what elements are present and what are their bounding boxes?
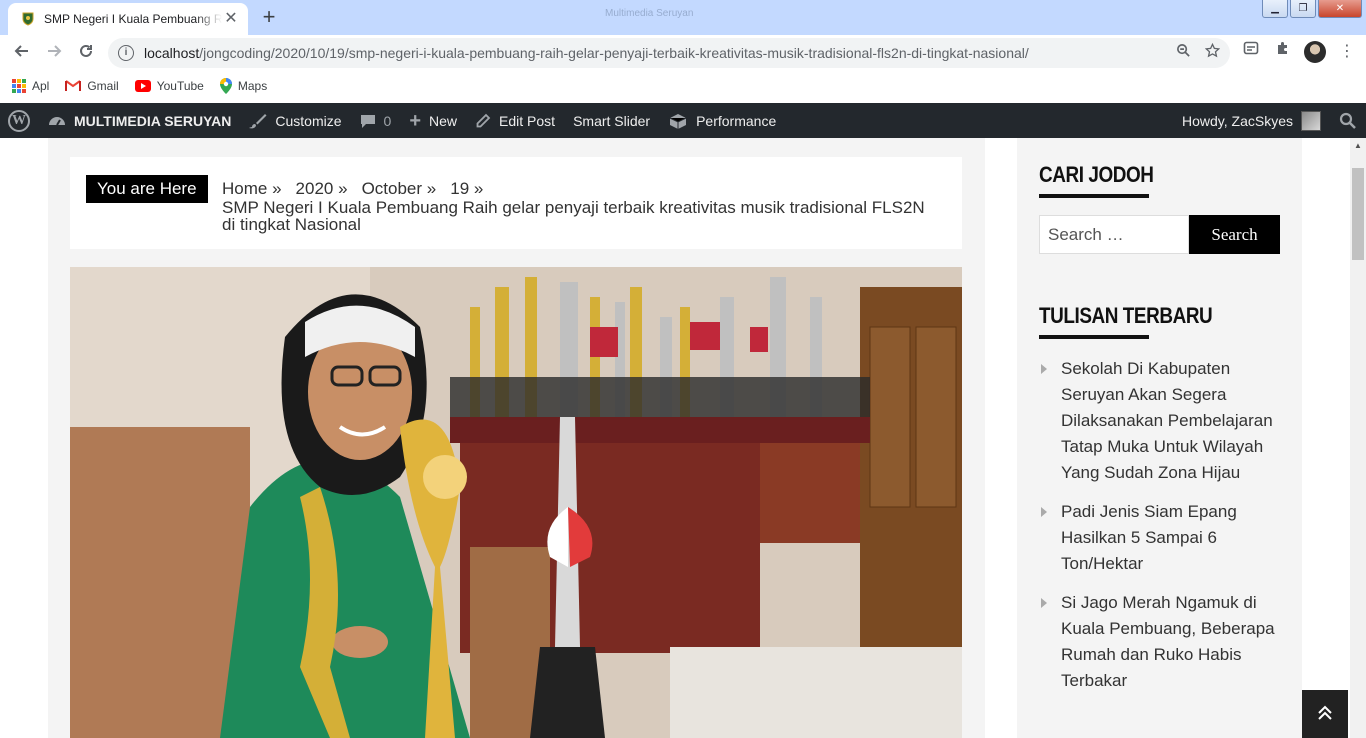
breadcrumb-links: Home 2020 October 19 xyxy=(222,179,483,199)
wp-logo-menu[interactable]: W xyxy=(0,103,39,138)
scroll-to-top-button[interactable] xyxy=(1302,690,1348,738)
featured-photo xyxy=(70,267,962,738)
maps-icon xyxy=(219,78,232,94)
search-input[interactable] xyxy=(1039,215,1189,254)
widget-underline xyxy=(1039,335,1149,339)
close-window-button[interactable]: ✕ xyxy=(1318,0,1362,18)
comments-count: 0 xyxy=(383,112,392,129)
performance-box-icon xyxy=(669,113,687,129)
bookmark-label: Apl xyxy=(32,79,50,93)
window-title: Multimedia Seruyan xyxy=(605,8,694,19)
new-content-menu[interactable]: + New xyxy=(400,103,466,138)
forward-button[interactable] xyxy=(38,37,70,69)
browser-tab[interactable]: SMP Negeri I Kuala Pembuang Raih gelar p… xyxy=(8,3,248,35)
browser-tab-strip: SMP Negeri I Kuala Pembuang Raih gelar p… xyxy=(0,0,1366,35)
gmail-icon xyxy=(65,80,82,92)
wp-admin-bar: W MULTIMEDIA SERUYAN Customize 0 + New E… xyxy=(0,103,1366,138)
page-scrollbar[interactable]: ▲ xyxy=(1350,138,1366,738)
bookmark-gmail[interactable]: Gmail xyxy=(65,79,119,93)
address-bar[interactable]: i localhost/jongcoding/2020/10/19/smp-ne… xyxy=(108,38,1230,68)
pencil-icon xyxy=(476,113,491,127)
reload-button[interactable] xyxy=(70,37,102,69)
forward-arrow-icon xyxy=(48,44,62,57)
user-avatar xyxy=(1301,110,1321,131)
account-menu[interactable]: Howdy, ZacSkyes xyxy=(1173,103,1330,138)
performance-label: Performance xyxy=(696,112,777,129)
apps-icon xyxy=(12,79,26,93)
howdy-label: Howdy, ZacSkyes xyxy=(1182,112,1293,129)
youtube-icon xyxy=(134,80,151,92)
featured-image xyxy=(70,267,962,738)
breadcrumb: You are Here Home 2020 October 19 SMP Ne… xyxy=(70,157,962,249)
url-text: localhost/jongcoding/2020/10/19/smp-nege… xyxy=(144,45,1029,61)
page-content: You are Here Home 2020 October 19 SMP Ne… xyxy=(0,138,1350,738)
comment-bubble-icon xyxy=(360,114,375,128)
recent-post-link[interactable]: Si Jago Merah Ngamuk di Kuala Pembuang, … xyxy=(1039,590,1289,694)
smart-slider-menu[interactable]: Smart Slider xyxy=(564,103,659,138)
comments-menu[interactable]: 0 xyxy=(351,103,401,138)
zoom-icon[interactable] xyxy=(1176,43,1191,62)
bookmarks-bar: Apl Gmail YouTube Maps xyxy=(0,70,1366,102)
breadcrumb-year[interactable]: 2020 xyxy=(296,179,348,199)
bookmark-label: YouTube xyxy=(156,79,204,93)
new-label: New xyxy=(429,112,458,129)
minimize-button[interactable]: ▁ xyxy=(1262,0,1288,18)
double-chevron-up-icon xyxy=(1318,705,1332,720)
profile-avatar[interactable] xyxy=(1304,41,1326,63)
site-name-label: MULTIMEDIA SERUYAN xyxy=(74,112,232,129)
site-info-icon[interactable]: i xyxy=(118,45,134,61)
bookmark-label: Maps xyxy=(237,79,268,93)
bookmark-youtube[interactable]: YouTube xyxy=(134,79,204,93)
site-name-menu[interactable]: MULTIMEDIA SERUYAN xyxy=(39,103,240,138)
admin-search-button[interactable] xyxy=(1330,103,1366,138)
scrollbar-thumb[interactable] xyxy=(1352,168,1364,260)
you-are-here-label: You are Here xyxy=(86,175,208,203)
widget-title-cari-jodoh: CARI JODOH xyxy=(1039,162,1154,187)
breadcrumb-home[interactable]: Home xyxy=(222,179,282,199)
new-tab-button[interactable]: + xyxy=(256,6,282,30)
search-button[interactable]: Search xyxy=(1189,215,1280,254)
bookmark-maps[interactable]: Maps xyxy=(219,78,268,94)
performance-menu[interactable]: Performance xyxy=(659,103,785,138)
window-controls: ▁ ❐ ✕ xyxy=(1262,0,1362,18)
smart-slider-label: Smart Slider xyxy=(573,112,651,129)
back-button[interactable] xyxy=(6,37,38,69)
media-icon[interactable] xyxy=(1240,39,1262,65)
dashboard-gauge-icon xyxy=(49,116,65,126)
edit-post-menu[interactable]: Edit Post xyxy=(466,103,564,138)
recent-posts-list: Sekolah Di Kabupaten Seruyan Akan Segera… xyxy=(1039,356,1289,707)
search-icon xyxy=(1339,112,1356,129)
scroll-up-arrow-icon[interactable]: ▲ xyxy=(1350,138,1366,154)
customize-label: Customize xyxy=(275,112,342,129)
browser-toolbar: i localhost/jongcoding/2020/10/19/smp-ne… xyxy=(0,35,1366,70)
paintbrush-icon xyxy=(249,113,267,128)
breadcrumb-day[interactable]: 19 xyxy=(450,179,483,199)
recent-post-link[interactable]: Padi Jenis Siam Epang Hasilkan 5 Sampai … xyxy=(1039,499,1289,577)
breadcrumb-month[interactable]: October xyxy=(362,179,437,199)
tab-title: SMP Negeri I Kuala Pembuang Raih gelar p… xyxy=(44,12,222,26)
wordpress-icon: W xyxy=(8,109,30,132)
plus-icon: + xyxy=(409,109,422,132)
edit-post-label: Edit Post xyxy=(499,112,556,129)
reload-icon xyxy=(80,44,92,57)
url-host: localhost xyxy=(144,45,200,61)
chrome-menu-icon[interactable]: ⋮ xyxy=(1336,39,1358,65)
recent-post-link[interactable]: Sekolah Di Kabupaten Seruyan Akan Segera… xyxy=(1039,356,1289,486)
back-arrow-icon xyxy=(14,44,28,57)
widget-title-tulisan-terbaru: TULISAN TERBARU xyxy=(1039,303,1213,328)
breadcrumb-current: SMP Negeri I Kuala Pembuang Raih gelar p… xyxy=(222,198,925,234)
bookmark-star-icon[interactable] xyxy=(1204,42,1221,62)
url-path: /jongcoding/2020/10/19/smp-negeri-i-kual… xyxy=(199,45,1029,61)
tab-close-icon[interactable]: ✕ xyxy=(222,10,240,28)
extensions-puzzle-icon[interactable] xyxy=(1272,39,1294,65)
bookmark-label: Gmail xyxy=(87,79,119,93)
bookmark-apps[interactable]: Apl xyxy=(12,79,49,93)
customize-menu[interactable]: Customize xyxy=(240,103,350,138)
maximize-button[interactable]: ❐ xyxy=(1290,0,1316,18)
widget-underline xyxy=(1039,194,1149,198)
site-favicon-icon xyxy=(20,11,36,27)
